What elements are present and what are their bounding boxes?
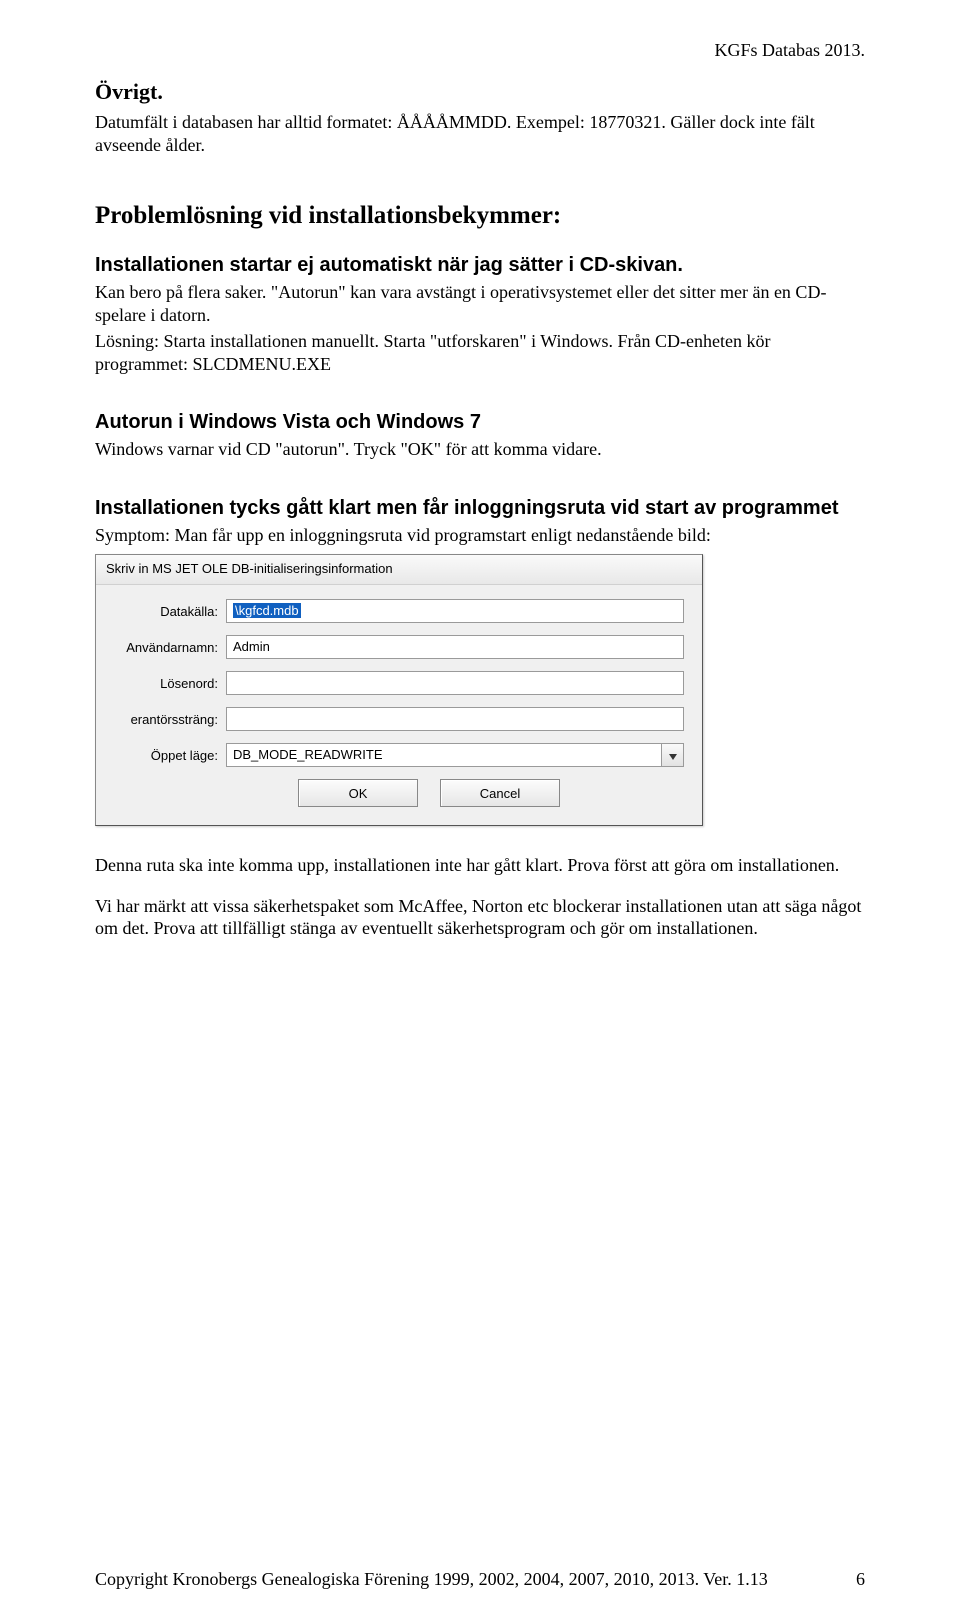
- label-oppet: Öppet läge:: [114, 748, 226, 763]
- label-erantor: erantörssträng:: [114, 712, 226, 727]
- combo-oppet-button[interactable]: [662, 743, 684, 767]
- footer-copyright: Copyright Kronobergs Genealogiska Föreni…: [95, 1569, 768, 1590]
- paragraph-sub1-body2: Lösning: Starta installationen manuellt.…: [95, 330, 865, 375]
- paragraph-ovrigt-body: Datumfält i databasen har alltid formate…: [95, 111, 865, 156]
- input-datakalla[interactable]: \kgfcd.mdb: [226, 599, 684, 623]
- footer-page-number: 6: [856, 1569, 865, 1590]
- input-erantor[interactable]: [226, 707, 684, 731]
- cancel-button[interactable]: Cancel: [440, 779, 560, 807]
- combo-oppet[interactable]: DB_MODE_READWRITE: [226, 743, 662, 767]
- heading-autorun: Autorun i Windows Vista och Windows 7: [95, 411, 865, 434]
- input-losenord[interactable]: [226, 671, 684, 695]
- row-losenord: Lösenord:: [114, 671, 684, 695]
- ok-button[interactable]: OK: [298, 779, 418, 807]
- heading-install-login: Installationen tycks gått klart men får …: [95, 497, 865, 520]
- label-losenord: Lösenord:: [114, 676, 226, 691]
- heading-install-no-start: Installationen startar ej automatiskt nä…: [95, 254, 865, 277]
- paragraph-after-2: Vi har märkt att vissa säkerhetspaket so…: [95, 895, 865, 940]
- row-anvandarnamn: Användarnamn: Admin: [114, 635, 684, 659]
- row-datakalla: Datakälla: \kgfcd.mdb: [114, 599, 684, 623]
- login-dialog: Skriv in MS JET OLE DB-initialiseringsin…: [95, 554, 703, 826]
- heading-problem: Problemlösning vid installationsbekymmer…: [95, 202, 865, 230]
- header-document-title: KGFs Databas 2013.: [95, 40, 865, 61]
- paragraph-sub1-body1: Kan bero på flera saker. "Autorun" kan v…: [95, 281, 865, 326]
- row-erantor: erantörssträng:: [114, 707, 684, 731]
- row-oppet: Öppet läge: DB_MODE_READWRITE: [114, 743, 684, 767]
- paragraph-after-1: Denna ruta ska inte komma upp, installat…: [95, 854, 865, 877]
- label-anvandarnamn: Användarnamn:: [114, 640, 226, 655]
- label-datakalla: Datakälla:: [114, 604, 226, 619]
- heading-ovrigt: Övrigt.: [95, 79, 865, 105]
- paragraph-install-symptom: Symptom: Man får upp en inloggningsruta …: [95, 524, 865, 547]
- dialog-title: Skriv in MS JET OLE DB-initialiseringsin…: [96, 555, 702, 585]
- chevron-down-icon: [669, 748, 677, 763]
- input-anvandarnamn[interactable]: Admin: [226, 635, 684, 659]
- paragraph-autorun-body: Windows varnar vid CD "autorun". Tryck "…: [95, 438, 865, 461]
